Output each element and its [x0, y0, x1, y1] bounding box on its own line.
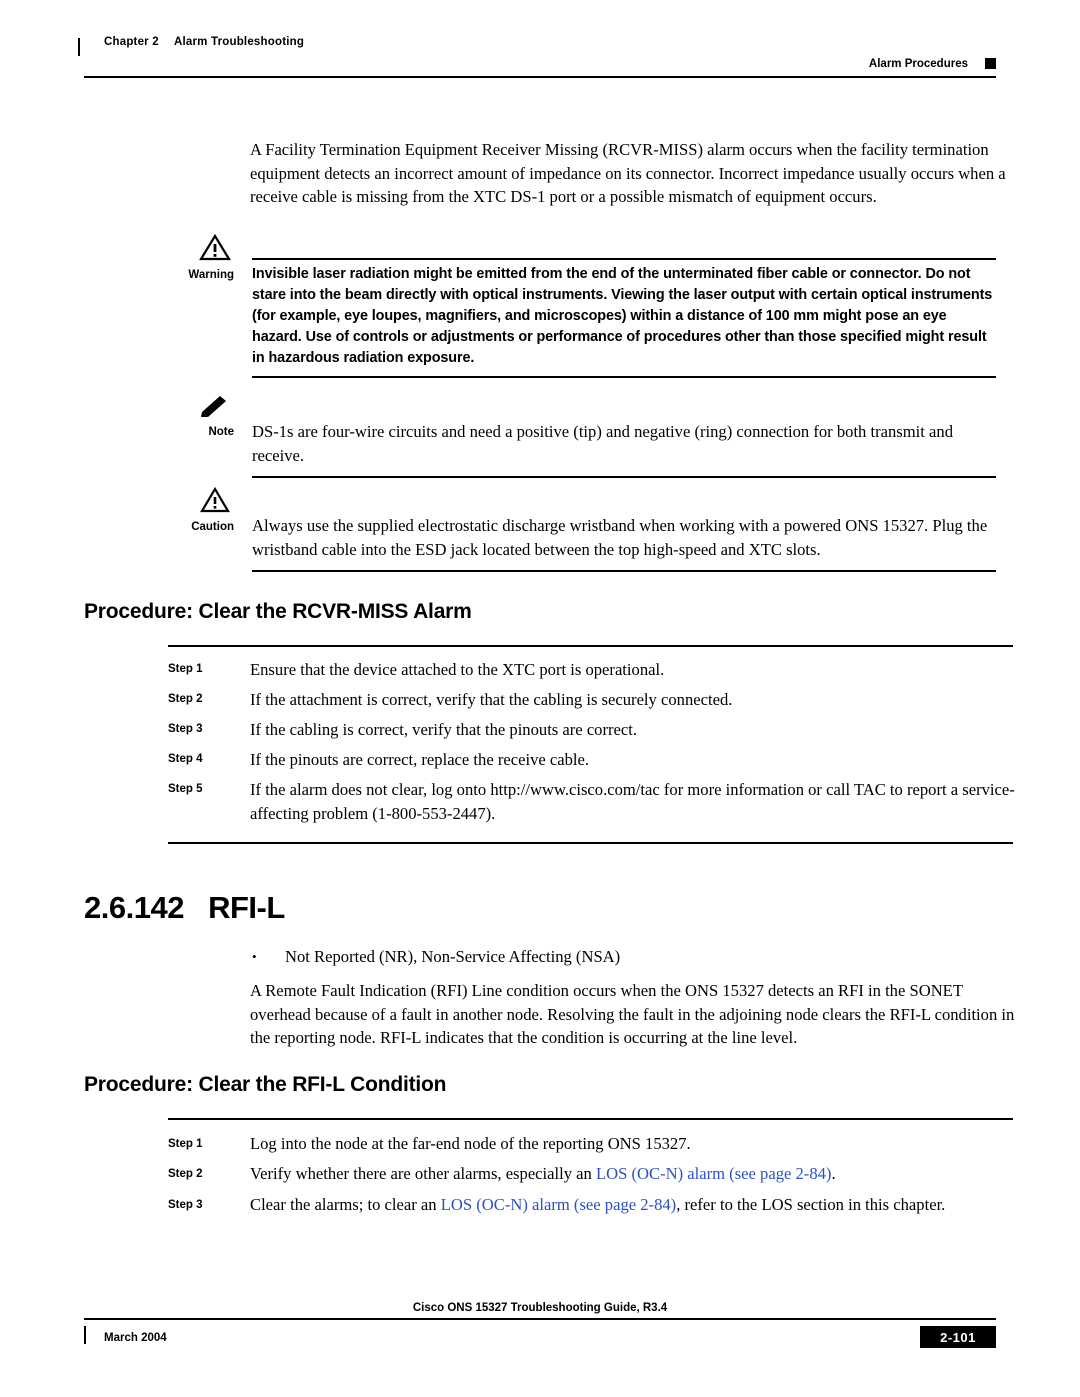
step-text: If the alarm does not clear, log onto ht… — [250, 780, 1015, 823]
step-label: Step 2 — [168, 1168, 203, 1180]
warning-triangle-icon — [198, 233, 232, 262]
note-label: Note — [208, 426, 234, 438]
document-page: Chapter 2 Alarm Troubleshooting Alarm Pr… — [0, 0, 1080, 1397]
warning-label: Warning — [188, 269, 234, 281]
bullet-marker: • — [252, 949, 257, 964]
step-text: Ensure that the device attached to the X… — [250, 660, 665, 679]
page-header: Chapter 2 Alarm Troubleshooting Alarm Pr… — [78, 36, 996, 70]
page-number-badge: 2-101 — [920, 1326, 996, 1348]
step-text: If the pinouts are correct, replace the … — [250, 750, 590, 769]
header-section-label: Alarm Procedures — [868, 58, 968, 70]
caution-text: Always use the supplied electrostatic di… — [252, 516, 988, 559]
warning-rule-bottom — [252, 376, 996, 378]
section-heading: 2.6.142 RFI-L — [84, 890, 285, 926]
procedure-2-heading: Procedure: Clear the RFI-L Condition — [84, 1073, 447, 1096]
step-text: Clear the alarms; to clear an LOS (OC-N)… — [250, 1193, 1022, 1217]
los-ocn-link[interactable]: LOS (OC-N) alarm (see page 2-84) — [596, 1164, 831, 1183]
procedure-1-rule-bottom — [168, 842, 1013, 844]
intro-paragraph: A Facility Termination Equipment Receive… — [250, 140, 1006, 207]
section-paragraph: A Remote Fault Indication (RFI) Line con… — [250, 981, 1015, 1048]
warning-rule-top — [252, 258, 996, 260]
los-ocn-link[interactable]: LOS (OC-N) alarm (see page 2-84) — [441, 1195, 676, 1214]
footer-divider — [84, 1318, 996, 1320]
step-label: Step 5 — [168, 783, 203, 795]
header-chapter-title: Alarm Troubleshooting — [174, 36, 305, 48]
step-text: If the cabling is correct, verify that t… — [250, 720, 638, 739]
footer-guide-title: Cisco ONS 15327 Troubleshooting Guide, R… — [412, 1302, 668, 1314]
header-tick-mark — [78, 38, 80, 56]
note-rule-bottom — [252, 476, 996, 478]
step-text: Log into the node at the far-end node of… — [250, 1134, 691, 1153]
step-label: Step 1 — [168, 1138, 203, 1150]
caution-triangle-icon — [198, 486, 232, 514]
procedure-1-rule-top — [168, 645, 1013, 647]
procedure-1-heading: Procedure: Clear the RCVR-MISS Alarm — [84, 600, 472, 623]
note-text: DS-1s are four-wire circuits and need a … — [252, 422, 953, 465]
step-label: Step 3 — [168, 723, 203, 735]
header-square-marker — [985, 58, 996, 69]
caution-label: Caution — [191, 521, 234, 533]
step-3-text-post: , refer to the LOS section in this chapt… — [676, 1195, 946, 1214]
step-label: Step 2 — [168, 693, 203, 705]
step-text: If the attachment is correct, verify tha… — [250, 690, 733, 709]
caution-rule-bottom — [252, 570, 996, 572]
step-label: Step 1 — [168, 663, 203, 675]
step-label: Step 3 — [168, 1199, 203, 1211]
section-title: RFI-L — [208, 890, 285, 925]
step-text: Verify whether there are other alarms, e… — [250, 1162, 1022, 1186]
procedure-2-rule-top — [168, 1118, 1013, 1120]
warning-text: Invisible laser radiation might be emitt… — [252, 266, 993, 366]
footer-date: March 2004 — [104, 1332, 167, 1344]
note-pencil-icon — [198, 392, 232, 420]
header-chapter-label: Chapter 2 — [104, 36, 159, 48]
step-2-text-pre: Verify whether there are other alarms, e… — [250, 1164, 596, 1183]
step-label: Step 4 — [168, 753, 203, 765]
section-bullet-text: Not Reported (NR), Non-Service Affecting… — [285, 947, 621, 966]
header-divider — [84, 76, 996, 78]
step-2-text-post: . — [831, 1164, 836, 1183]
warning-admonition: Warning Invisible laser radiation might … — [84, 233, 996, 378]
footer-tick-mark — [84, 1326, 86, 1344]
step-3-text-pre: Clear the alarms; to clear an — [250, 1195, 441, 1214]
section-number: 2.6.142 — [84, 890, 184, 925]
